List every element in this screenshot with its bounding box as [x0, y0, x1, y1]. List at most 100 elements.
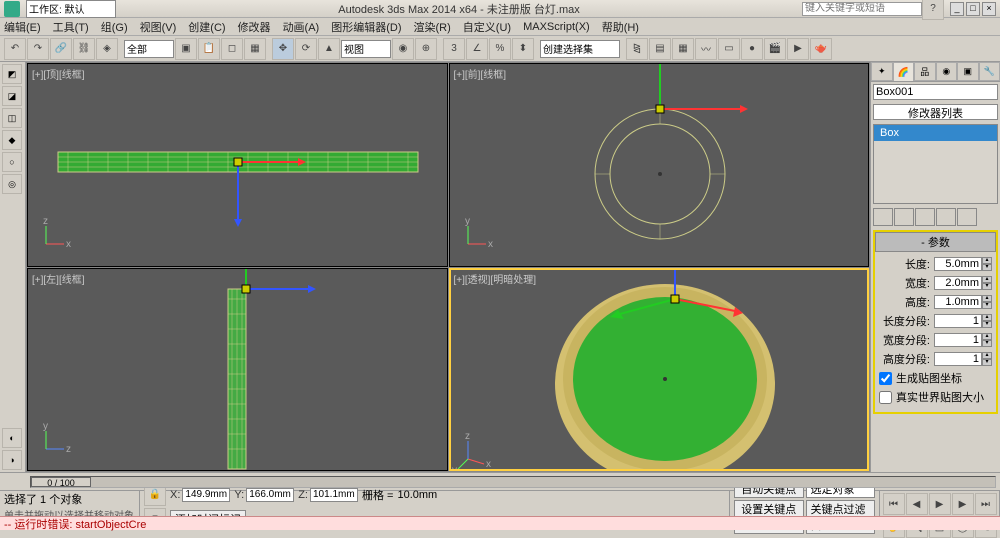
z-input[interactable] [310, 488, 358, 502]
menu-grapheditors[interactable]: 图形编辑器(D) [331, 19, 401, 35]
goto-start-icon[interactable]: ⏮ [883, 493, 905, 515]
render-production-icon[interactable]: 🫖 [810, 38, 832, 60]
undo-icon[interactable]: ↶ [4, 38, 26, 60]
align-icon[interactable]: ▤ [649, 38, 671, 60]
spinner-snap-icon[interactable]: ⬍ [512, 38, 534, 60]
menu-animation[interactable]: 动画(A) [283, 19, 320, 35]
snap-toggle-icon[interactable]: 3 [443, 38, 465, 60]
rail-btn[interactable]: ◆ [2, 130, 22, 150]
rail-btn[interactable]: ◐ [2, 428, 22, 448]
rail-btn[interactable]: ○ [2, 152, 22, 172]
menu-group[interactable]: 组(G) [101, 19, 128, 35]
rail-btn[interactable]: ◩ [2, 64, 22, 84]
pivot-icon[interactable]: ◉ [392, 38, 414, 60]
configure-sets-icon[interactable] [957, 208, 977, 226]
real-world-checkbox[interactable] [879, 391, 892, 404]
menu-views[interactable]: 视图(V) [140, 19, 177, 35]
object-name-input[interactable] [873, 84, 998, 100]
menu-maxscript[interactable]: MAXScript(X) [523, 21, 590, 33]
scale-icon[interactable]: ▲ [318, 38, 340, 60]
spin-down-icon[interactable]: ▾ [982, 340, 992, 347]
menu-customize[interactable]: 自定义(U) [463, 19, 511, 35]
viewport-label[interactable]: [+][左][线框] [32, 271, 85, 286]
hseg-input[interactable] [934, 352, 982, 366]
spin-down-icon[interactable]: ▾ [982, 264, 992, 271]
select-region-icon[interactable]: ◻ [221, 38, 243, 60]
unlink-icon[interactable]: ⛓ [73, 38, 95, 60]
make-unique-icon[interactable] [915, 208, 935, 226]
named-selection-dropdown[interactable] [540, 40, 620, 58]
render-frame-icon[interactable]: ▶ [787, 38, 809, 60]
tab-create-icon[interactable]: ✦ [871, 62, 893, 81]
schematic-icon[interactable]: ▭ [718, 38, 740, 60]
render-setup-icon[interactable]: 🎬 [764, 38, 786, 60]
spin-up-icon[interactable]: ▴ [982, 257, 992, 264]
lseg-input[interactable] [934, 314, 982, 328]
spin-up-icon[interactable]: ▴ [982, 295, 992, 302]
rail-btn[interactable]: ◫ [2, 108, 22, 128]
close-button[interactable]: × [982, 2, 996, 16]
viewport-label[interactable]: [+][顶][线框] [32, 66, 85, 81]
tab-hierarchy-icon[interactable]: 品 [914, 62, 936, 81]
ref-coord-dropdown[interactable] [341, 40, 391, 58]
prev-frame-icon[interactable]: ◀ [906, 493, 928, 515]
minimize-button[interactable]: _ [950, 2, 964, 16]
workspace-dropdown[interactable] [26, 0, 116, 18]
tab-motion-icon[interactable]: ◉ [936, 62, 958, 81]
angle-snap-icon[interactable]: ∠ [466, 38, 488, 60]
spin-down-icon[interactable]: ▾ [982, 321, 992, 328]
viewport-label[interactable]: [+][透视][明暗处理] [454, 271, 537, 286]
modifier-list-dropdown[interactable]: 修改器列表 [873, 104, 998, 120]
stack-item-box[interactable]: Box [874, 125, 997, 141]
menu-modifiers[interactable]: 修改器 [238, 19, 271, 35]
wseg-input[interactable] [934, 333, 982, 347]
rollout-header[interactable]: - 参数 [875, 232, 996, 252]
tab-modify-icon[interactable]: 🌈 [893, 62, 915, 81]
window-crossing-icon[interactable]: ▦ [244, 38, 266, 60]
menu-tools[interactable]: 工具(T) [53, 19, 89, 35]
time-slider[interactable]: 0 / 100 [30, 476, 996, 488]
height-input[interactable] [934, 295, 982, 309]
next-frame-icon[interactable]: ▶ [952, 493, 974, 515]
rotate-icon[interactable]: ⟳ [295, 38, 317, 60]
menu-help[interactable]: 帮助(H) [602, 19, 639, 35]
menu-rendering[interactable]: 渲染(R) [414, 19, 451, 35]
menu-edit[interactable]: 编辑(E) [4, 19, 41, 35]
move-icon[interactable]: ✥ [272, 38, 294, 60]
manipulate-icon[interactable]: ⊕ [415, 38, 437, 60]
spin-down-icon[interactable]: ▾ [982, 302, 992, 309]
select-by-name-icon[interactable]: 📋 [198, 38, 220, 60]
x-input[interactable] [182, 488, 230, 502]
goto-end-icon[interactable]: ⏭ [975, 493, 997, 515]
curve-editor-icon[interactable]: 〰 [695, 38, 717, 60]
selection-filter-dropdown[interactable] [124, 40, 174, 58]
spin-up-icon[interactable]: ▴ [982, 333, 992, 340]
spin-down-icon[interactable]: ▾ [982, 359, 992, 366]
modifier-stack[interactable]: Box [873, 124, 998, 204]
menu-create[interactable]: 创建(C) [188, 19, 225, 35]
redo-icon[interactable]: ↷ [27, 38, 49, 60]
select-icon[interactable]: ▣ [175, 38, 197, 60]
spin-up-icon[interactable]: ▴ [982, 352, 992, 359]
tab-display-icon[interactable]: ▣ [957, 62, 979, 81]
help-icon[interactable]: ? [922, 0, 944, 20]
rail-btn[interactable]: ◎ [2, 174, 22, 194]
viewport-top[interactable]: [+][顶][线框] xz [27, 63, 448, 267]
layers-icon[interactable]: ▦ [672, 38, 694, 60]
mirror-icon[interactable]: ⧎ [626, 38, 648, 60]
gen-map-checkbox[interactable] [879, 372, 892, 385]
show-end-result-icon[interactable] [894, 208, 914, 226]
pin-stack-icon[interactable] [873, 208, 893, 226]
bind-icon[interactable]: ◈ [96, 38, 118, 60]
viewport-perspective[interactable]: [+][透视][明暗处理] xyz [449, 268, 870, 472]
viewport-label[interactable]: [+][前][线框] [454, 66, 507, 81]
width-input[interactable] [934, 276, 982, 290]
remove-modifier-icon[interactable] [936, 208, 956, 226]
material-editor-icon[interactable]: ● [741, 38, 763, 60]
y-input[interactable] [246, 488, 294, 502]
play-icon[interactable]: ▶ [929, 493, 951, 515]
length-input[interactable] [934, 257, 982, 271]
help-search-input[interactable] [802, 2, 922, 16]
spin-down-icon[interactable]: ▾ [982, 283, 992, 290]
rail-btn[interactable]: ◪ [2, 86, 22, 106]
